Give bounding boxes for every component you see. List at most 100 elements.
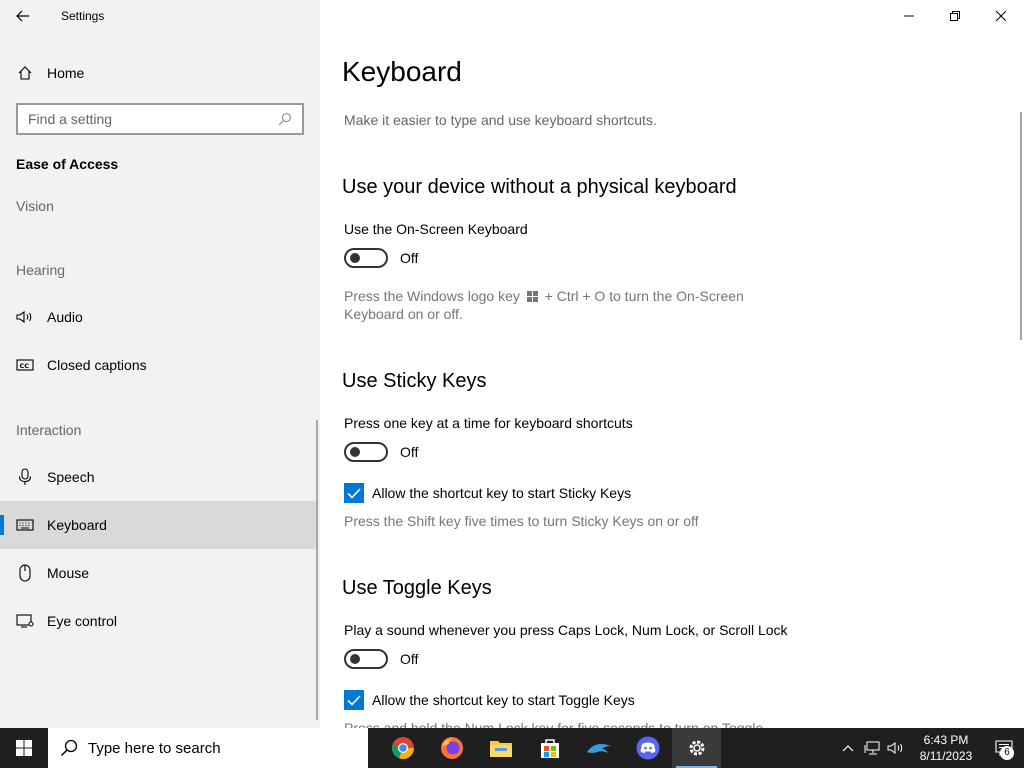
search-input[interactable]: Find a setting xyxy=(16,103,304,135)
checkmark-icon xyxy=(347,694,361,706)
toggle-state: Off xyxy=(400,651,419,667)
sticky-keys-hint: Press the Shift key five times to turn S… xyxy=(344,513,699,529)
windows-start-icon xyxy=(16,740,32,756)
search-placeholder: Find a setting xyxy=(28,111,113,127)
onscreen-keyboard-heading: Use your device without a physical keybo… xyxy=(342,176,737,198)
dolphin-icon xyxy=(586,744,611,753)
sticky-keys-shortcut-checkbox-row[interactable]: Allow the shortcut key to start Sticky K… xyxy=(344,483,631,503)
speaker-icon xyxy=(16,308,34,326)
back-button[interactable] xyxy=(0,0,46,32)
taskbar-app-chrome[interactable] xyxy=(378,728,427,768)
taskbar-app-store[interactable] xyxy=(525,728,574,768)
store-icon xyxy=(540,739,559,758)
eye-control-icon xyxy=(16,612,34,630)
title-bar: Settings xyxy=(0,0,320,32)
taskbar-app-discord[interactable] xyxy=(623,728,672,768)
taskbar-app-file-explorer[interactable] xyxy=(476,728,525,768)
sidebar-item-eye-control[interactable]: Eye control xyxy=(0,597,316,645)
chrome-icon xyxy=(391,737,414,760)
sticky-keys-label: Press one key at a time for keyboard sho… xyxy=(344,415,633,431)
group-label-hearing: Hearing xyxy=(16,262,66,278)
clock-date: 8/11/2023 xyxy=(919,749,973,763)
network-icon xyxy=(864,741,880,755)
toggle-keys-toggle[interactable] xyxy=(344,649,388,669)
sidebar-item-label: Speech xyxy=(47,469,95,485)
firefox-icon xyxy=(440,737,463,759)
sidebar: Settings Home Find a setting Ease of Acc… xyxy=(0,0,320,728)
checkmark-icon xyxy=(347,487,361,499)
page-description: Make it easier to type and use keyboard … xyxy=(344,112,657,128)
sidebar-item-label: Eye control xyxy=(47,613,118,629)
network-button[interactable] xyxy=(860,728,884,768)
taskbar-app-dolphin[interactable] xyxy=(574,728,623,768)
closed-captions-icon: CC xyxy=(16,356,34,374)
toggle-keys-shortcut-checkbox-row[interactable]: Allow the shortcut key to start Toggle K… xyxy=(344,690,635,710)
group-label-vision[interactable]: Vision xyxy=(16,198,54,214)
start-button[interactable] xyxy=(0,728,48,768)
volume-icon xyxy=(887,742,903,754)
sidebar-item-label: Audio xyxy=(47,309,83,325)
sidebar-item-home[interactable]: Home xyxy=(0,55,320,91)
search-icon xyxy=(278,112,292,126)
sidebar-item-label: Home xyxy=(47,65,85,81)
sidebar-item-label: Mouse xyxy=(47,565,90,581)
system-tray: 6:43 PM 8/11/2023 6 xyxy=(836,728,1024,768)
sidebar-scrollbar[interactable] xyxy=(316,420,318,720)
search-icon xyxy=(60,739,78,757)
discord-icon xyxy=(636,736,659,760)
keyboard-icon xyxy=(16,516,34,534)
onscreen-keyboard-toggle[interactable] xyxy=(344,248,388,268)
main-scrollbar[interactable] xyxy=(1020,112,1022,340)
taskbar-app-settings[interactable] xyxy=(672,728,721,768)
group-label-interaction: Interaction xyxy=(16,422,82,438)
sticky-keys-toggle-row: Off xyxy=(344,442,418,462)
checkbox-label: Allow the shortcut key to start Toggle K… xyxy=(372,692,635,708)
clock-time: 6:43 PM xyxy=(923,733,969,747)
sidebar-item-audio[interactable]: Audio xyxy=(0,293,316,341)
section-title: Ease of Access xyxy=(16,156,119,172)
sidebar-item-mouse[interactable]: Mouse xyxy=(0,549,316,597)
main-content: Keyboard Make it easier to type and use … xyxy=(320,0,1024,728)
taskbar-search-box[interactable]: Type here to search xyxy=(48,728,368,768)
onscreen-keyboard-toggle-row: Off xyxy=(344,248,418,268)
toggle-state: Off xyxy=(400,444,419,460)
toggle-keys-heading: Use Toggle Keys xyxy=(342,577,492,599)
sidebar-item-speech[interactable]: Speech xyxy=(0,453,316,501)
sticky-keys-toggle[interactable] xyxy=(344,442,388,462)
toggle-keys-label: Play a sound whenever you press Caps Loc… xyxy=(344,622,788,638)
sticky-keys-heading: Use Sticky Keys xyxy=(342,370,487,392)
windows-logo-icon xyxy=(526,291,538,302)
onscreen-keyboard-hint: Press the Windows logo key + Ctrl + O to… xyxy=(344,287,744,323)
page-title: Keyboard xyxy=(342,56,462,87)
hint-text-2: + Ctrl + O to turn the On-Screen xyxy=(544,288,744,304)
app-title: Settings xyxy=(61,9,105,23)
sticky-keys-shortcut-checkbox[interactable] xyxy=(344,483,364,503)
svg-text:CC: CC xyxy=(20,362,30,370)
taskbar: Type here to search 6:43 PM 8/11/2023 6 xyxy=(0,728,1024,768)
action-center-button[interactable]: 6 xyxy=(984,728,1024,768)
toggle-keys-hint: Press and hold the Num Lock key for five… xyxy=(344,720,764,728)
chevron-up-icon xyxy=(842,745,854,752)
file-explorer-icon xyxy=(489,741,512,757)
sidebar-item-label: Closed captions xyxy=(47,357,147,373)
sidebar-item-keyboard[interactable]: Keyboard xyxy=(0,501,316,549)
show-hidden-icons-button[interactable] xyxy=(836,728,860,768)
microphone-icon xyxy=(16,468,34,486)
taskbar-apps xyxy=(378,728,721,768)
sidebar-item-closed-captions[interactable]: CC Closed captions xyxy=(0,341,316,389)
notification-count-badge: 6 xyxy=(1000,746,1014,760)
mouse-icon xyxy=(16,564,34,582)
taskbar-app-firefox[interactable] xyxy=(427,728,476,768)
toggle-keys-shortcut-checkbox[interactable] xyxy=(344,690,364,710)
sidebar-item-label: Keyboard xyxy=(47,517,107,533)
toggle-keys-toggle-row: Off xyxy=(344,649,418,669)
volume-button[interactable] xyxy=(884,728,908,768)
onscreen-keyboard-label: Use the On-Screen Keyboard xyxy=(344,221,528,237)
back-arrow-icon xyxy=(16,10,29,22)
toggle-state: Off xyxy=(400,250,419,266)
home-icon xyxy=(16,64,34,82)
settings-icon xyxy=(689,740,704,756)
checkbox-label: Allow the shortcut key to start Sticky K… xyxy=(372,485,632,501)
hint-text-3: Keyboard on or off. xyxy=(344,306,463,322)
clock[interactable]: 6:43 PM 8/11/2023 xyxy=(908,732,984,764)
